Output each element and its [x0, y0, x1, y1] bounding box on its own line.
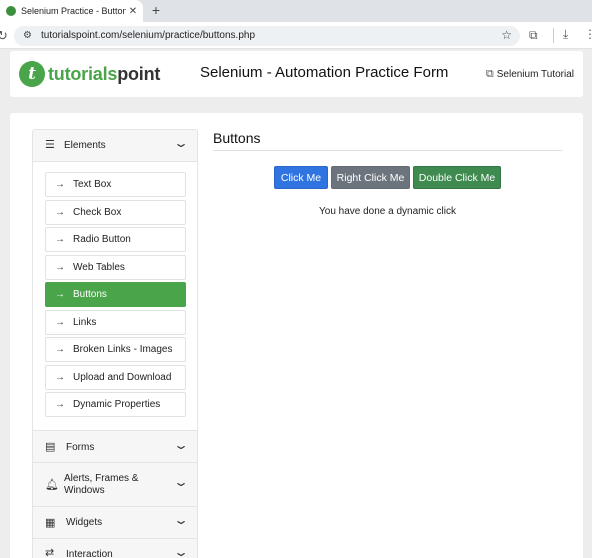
- section-elements[interactable]: ☰ Elements ⌄: [33, 130, 197, 162]
- menu-icon: ☰: [45, 139, 55, 151]
- sidebar-accordion: ☰ Elements ⌄ → Text Box → Check Box → Ra…: [32, 129, 198, 558]
- sidebar-item-label: Broken Links - Images: [73, 344, 173, 355]
- sidebar-item-label: Links: [73, 317, 97, 328]
- sidebar-item-label: Upload and Download: [73, 372, 172, 383]
- site-header: t tutorialspoint Selenium - Automation P…: [10, 51, 583, 97]
- dynamic-click-message: You have done a dynamic click: [319, 206, 456, 217]
- arrow-right-icon: →: [55, 344, 65, 355]
- section-interaction[interactable]: ⇄ Interaction ⌄: [33, 539, 197, 558]
- section-widgets[interactable]: ▦ Widgets ⌄: [33, 507, 197, 539]
- chevron-down-icon: ⌄: [172, 475, 190, 489]
- sidebar-item-upload-download[interactable]: → Upload and Download: [45, 365, 186, 390]
- section-label: Elements: [64, 140, 106, 151]
- sidebar-item-label: Buttons: [73, 289, 107, 300]
- selenium-tutorial-label: Selenium Tutorial: [496, 69, 574, 80]
- sidebar-item-check-box[interactable]: → Check Box: [45, 200, 186, 225]
- sidebar-item-web-tables[interactable]: → Web Tables: [45, 255, 186, 280]
- download-icon[interactable]: ⤓: [563, 27, 568, 42]
- form-icon: ▤: [45, 441, 56, 453]
- chevron-down-icon: ⌄: [172, 545, 190, 558]
- sidebar-item-text-box[interactable]: → Text Box: [45, 172, 186, 197]
- arrow-right-icon: →: [55, 399, 65, 410]
- section-alerts-frames-windows[interactable]: 🔔︎ Alerts, Frames & Windows ⌄: [33, 463, 197, 507]
- page-title: Selenium - Automation Practice Form: [200, 64, 449, 81]
- sidebar-item-broken-links[interactable]: → Broken Links - Images: [45, 337, 186, 362]
- sidebar-item-radio-button[interactable]: → Radio Button: [45, 227, 186, 252]
- site-settings-icon[interactable]: ⚙: [23, 30, 35, 42]
- arrow-right-icon: →: [55, 317, 65, 328]
- external-link-icon: ⧉: [485, 68, 494, 80]
- chevron-down-icon: ⌄: [172, 513, 190, 527]
- logo-mark-icon: t: [19, 61, 45, 87]
- chevron-down-icon: ⌄: [172, 438, 190, 452]
- widgets-icon: ▦: [45, 517, 56, 529]
- section-label: Alerts, Frames & Windows: [64, 473, 139, 496]
- sidebar-item-buttons[interactable]: → Buttons: [45, 282, 186, 307]
- new-tab-button[interactable]: +: [148, 2, 164, 18]
- selenium-tutorial-link[interactable]: ⧉ Selenium Tutorial: [486, 68, 574, 81]
- section-label: Widgets: [66, 517, 103, 528]
- arrow-right-icon: →: [55, 289, 65, 300]
- tutorialspoint-logo[interactable]: t tutorialspoint: [19, 61, 160, 87]
- heading-divider: [213, 150, 562, 151]
- chevron-down-icon: ⌄: [172, 136, 190, 150]
- content-heading: Buttons: [213, 130, 261, 146]
- main-panel: ☰ Elements ⌄ → Text Box → Check Box → Ra…: [10, 113, 583, 558]
- arrow-right-icon: →: [55, 372, 65, 383]
- section-forms[interactable]: ▤ Forms ⌄: [33, 430, 197, 463]
- bell-icon: 🔔︎: [45, 479, 59, 491]
- sidebar-item-dynamic-properties[interactable]: → Dynamic Properties: [45, 392, 186, 417]
- reload-icon[interactable]: ↻: [0, 28, 8, 44]
- browser-tab-bar: Selenium Practice - Buttons ✕ +: [0, 0, 592, 22]
- more-icon[interactable]: ⋮: [584, 27, 592, 41]
- logo-wordmark: tutorialspoint: [48, 63, 161, 84]
- tab-close-icon[interactable]: ✕: [126, 6, 140, 17]
- extensions-icon[interactable]: ⧉: [529, 28, 538, 43]
- sidebar-item-label: Radio Button: [73, 234, 131, 245]
- sidebar-item-label: Dynamic Properties: [73, 399, 161, 410]
- right-click-me-button[interactable]: Right Click Me: [331, 166, 410, 189]
- url-text[interactable]: tutorialspoint.com/selenium/practice/but…: [41, 30, 255, 41]
- section-label: Forms: [66, 442, 95, 453]
- sidebar-item-label: Check Box: [73, 207, 122, 218]
- click-me-button[interactable]: Click Me: [274, 166, 328, 189]
- bookmark-star-icon[interactable]: ☆: [501, 28, 512, 42]
- sidebar-item-label: Web Tables: [73, 262, 125, 273]
- arrow-right-icon: →: [55, 234, 65, 245]
- arrow-right-icon: →: [55, 207, 65, 218]
- double-click-me-button[interactable]: Double Click Me: [413, 166, 501, 189]
- arrow-right-icon: →: [55, 179, 65, 190]
- sidebar-item-links[interactable]: → Links: [45, 310, 186, 335]
- browser-toolbar: ↻ ⚙ tutorialspoint.com/selenium/practice…: [0, 22, 592, 49]
- address-bar[interactable]: ⚙ tutorialspoint.com/selenium/practice/b…: [14, 26, 520, 46]
- sidebar-item-label: Text Box: [73, 179, 112, 190]
- tab-title: Selenium Practice - Buttons: [21, 6, 126, 16]
- favicon-icon: [6, 6, 16, 16]
- arrow-right-icon: →: [55, 262, 65, 273]
- section-label: Interaction: [66, 549, 113, 558]
- arrows-icon: ⇄: [45, 547, 55, 558]
- toolbar-divider: [553, 28, 554, 43]
- browser-tab[interactable]: Selenium Practice - Buttons ✕: [0, 0, 143, 22]
